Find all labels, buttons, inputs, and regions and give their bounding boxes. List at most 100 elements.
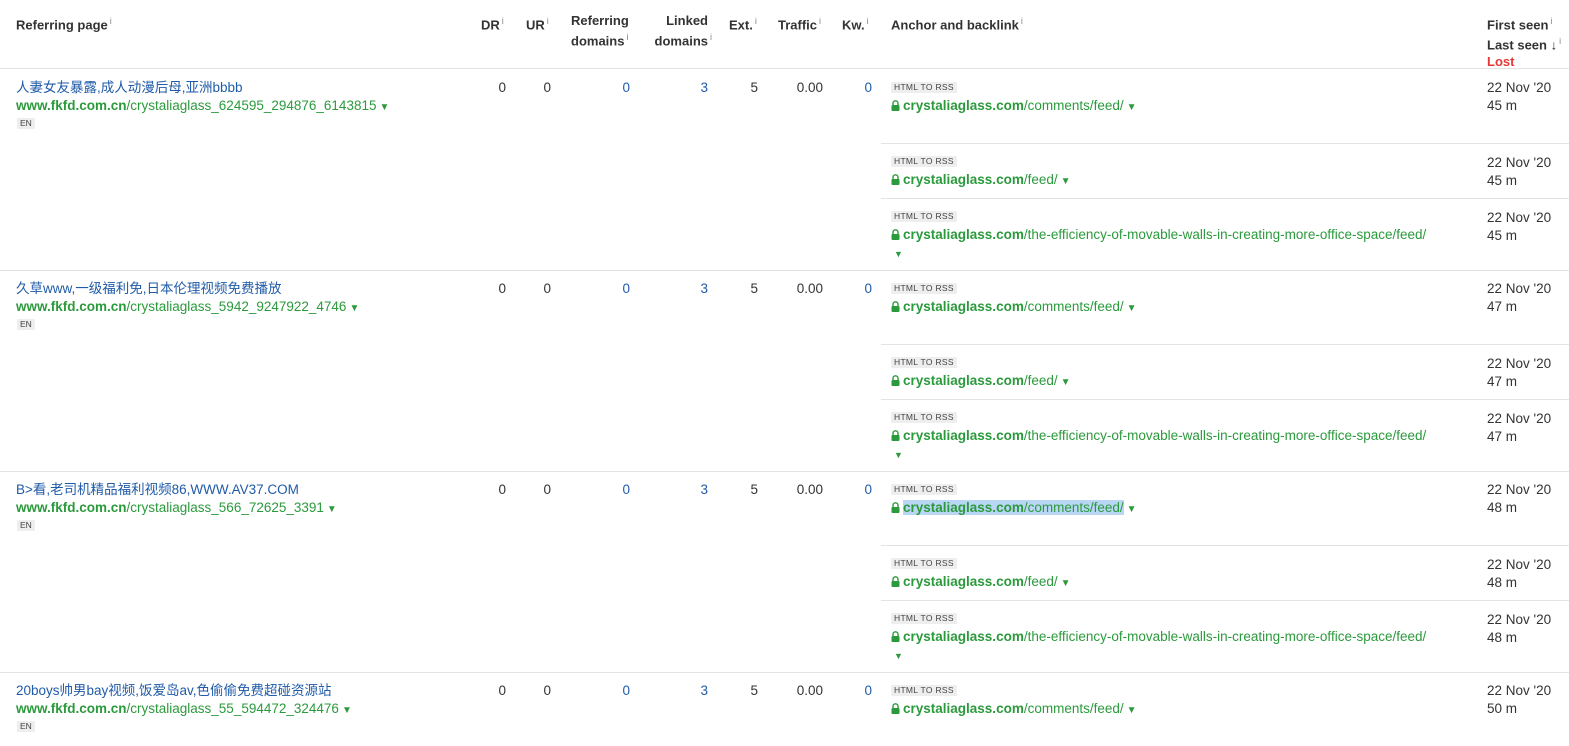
- caret-down-icon[interactable]: ▼: [1127, 504, 1137, 515]
- traffic-value: 0.00: [796, 80, 823, 95]
- last-seen-date: 47 m: [1487, 429, 1518, 444]
- info-icon[interactable]: i: [710, 32, 712, 42]
- referring-page-title[interactable]: B>看,老司机精品福利视频86,WWW.AV37.COM: [16, 481, 299, 499]
- first-seen-date: 22 Nov '20: [1487, 683, 1552, 698]
- sort-desc-icon[interactable]: ↓: [1551, 38, 1558, 53]
- info-icon[interactable]: i: [1021, 16, 1023, 26]
- header-referring-page[interactable]: Referring page i: [16, 13, 112, 33]
- caret-down-icon[interactable]: ▼: [894, 450, 903, 460]
- header-kw[interactable]: Kw. i: [842, 13, 869, 33]
- language-badge: EN: [17, 721, 35, 732]
- last-seen-date: 50 m: [1487, 701, 1518, 716]
- info-icon[interactable]: i: [110, 16, 112, 26]
- backlink-entry: HTML TO RSS crystaliaglass.com/the-effici…: [881, 198, 1569, 271]
- backlink-url[interactable]: crystaliaglass.com/feed/▼: [891, 372, 1071, 392]
- linked-domains-value[interactable]: 3: [668, 79, 708, 97]
- last-seen-date: 48 m: [1487, 500, 1518, 515]
- link-type-badge: HTML TO RSS: [891, 685, 957, 696]
- referring-page-title[interactable]: 久草www,一级福利免,日本伦理视频免费播放: [16, 280, 282, 298]
- header-ur[interactable]: UR i: [526, 13, 549, 33]
- linked-domains-value[interactable]: 3: [668, 280, 708, 298]
- caret-down-icon[interactable]: ▼: [1061, 377, 1071, 388]
- backlink-entry: HTML TO RSS crystaliaglass.com/comments/f…: [881, 673, 1569, 746]
- backlink-entry: HTML TO RSS crystaliaglass.com/feed/▼ 22 N…: [881, 545, 1569, 600]
- header-anchor-backlink[interactable]: Anchor and backlink i: [891, 13, 1023, 33]
- backlink-url[interactable]: crystaliaglass.com/comments/feed/▼: [891, 97, 1137, 117]
- traffic-value: 0.00: [796, 482, 823, 497]
- referring-domains-value[interactable]: 0: [590, 79, 630, 97]
- header-ext[interactable]: Ext. i: [729, 13, 757, 33]
- backlink-url[interactable]: crystaliaglass.com/feed/▼: [891, 171, 1071, 191]
- referring-page-url[interactable]: www.fkfd.com.cn/crystaliaglass_55_594472…: [16, 700, 352, 720]
- info-icon[interactable]: i: [502, 16, 504, 26]
- lock-icon: [891, 375, 900, 386]
- ext-value: 5: [750, 281, 758, 296]
- backlink-entry: HTML TO RSS crystaliaglass.com/comments/f…: [881, 472, 1569, 545]
- info-icon[interactable]: i: [547, 16, 549, 26]
- referring-page-url[interactable]: www.fkfd.com.cn/crystaliaglass_624595_29…: [16, 97, 389, 117]
- lock-icon: [891, 174, 900, 185]
- backlink-url[interactable]: crystaliaglass.com/comments/feed/▼: [891, 499, 1137, 519]
- first-seen-date: 22 Nov '20: [1487, 612, 1552, 627]
- header-traffic[interactable]: Traffic i: [778, 13, 821, 33]
- referring-domains-value[interactable]: 0: [590, 481, 630, 499]
- caret-down-icon[interactable]: ▼: [1127, 303, 1137, 314]
- backlink-entry: HTML TO RSS crystaliaglass.com/feed/▼ 22 N…: [881, 344, 1569, 399]
- caret-down-icon[interactable]: ▼: [349, 303, 359, 314]
- language-badge: EN: [17, 118, 35, 129]
- last-seen-date: 47 m: [1487, 299, 1518, 314]
- header-referring-domains[interactable]: Referring domains i: [571, 13, 629, 49]
- referring-page-title[interactable]: 人妻女友暴露,成人动漫后母,亚洲bbbb: [16, 79, 243, 97]
- caret-down-icon[interactable]: ▼: [379, 102, 389, 113]
- ur-value: 0: [543, 683, 551, 698]
- backlink-url[interactable]: crystaliaglass.com/comments/feed/▼: [891, 298, 1137, 318]
- backlink-url[interactable]: crystaliaglass.com/the-efficiency-of-mov…: [891, 628, 1426, 646]
- referring-page-title[interactable]: 20boys帅男bay视频,饭爱岛av,色偷偷免费超碰资源站: [16, 682, 332, 700]
- referring-domains-value[interactable]: 0: [590, 682, 630, 700]
- keywords-value[interactable]: 0: [832, 682, 872, 700]
- info-icon[interactable]: i: [755, 16, 757, 26]
- caret-down-icon[interactable]: ▼: [1061, 578, 1071, 589]
- info-icon[interactable]: i: [819, 16, 821, 26]
- linked-domains-value[interactable]: 3: [668, 481, 708, 499]
- info-icon[interactable]: i: [1550, 16, 1552, 26]
- lost-label[interactable]: Lost: [1487, 54, 1569, 70]
- keywords-value[interactable]: 0: [832, 280, 872, 298]
- referring-page-url[interactable]: www.fkfd.com.cn/crystaliaglass_5942_9247…: [16, 298, 359, 318]
- first-seen-date: 22 Nov '20: [1487, 210, 1552, 225]
- dr-value: 0: [498, 683, 506, 698]
- backlink-url[interactable]: crystaliaglass.com/comments/feed/▼: [891, 700, 1137, 720]
- first-seen-date: 22 Nov '20: [1487, 356, 1552, 371]
- caret-down-icon[interactable]: ▼: [342, 705, 352, 716]
- last-seen-date: 48 m: [1487, 630, 1518, 645]
- lock-icon: [891, 631, 900, 642]
- backlink-url[interactable]: crystaliaglass.com/feed/▼: [891, 573, 1071, 593]
- linked-domains-value[interactable]: 3: [668, 682, 708, 700]
- info-icon[interactable]: i: [867, 16, 869, 26]
- header-dates[interactable]: First seen i Last seen ↓ i Lost: [1487, 13, 1569, 70]
- backlink-entry: HTML TO RSS crystaliaglass.com/comments/f…: [881, 271, 1569, 344]
- keywords-value[interactable]: 0: [832, 481, 872, 499]
- ur-value: 0: [543, 281, 551, 296]
- backlink-entry: HTML TO RSS crystaliaglass.com/the-effici…: [881, 600, 1569, 673]
- caret-down-icon[interactable]: ▼: [327, 504, 337, 515]
- header-dr[interactable]: DR i: [481, 13, 504, 33]
- backlink-url[interactable]: crystaliaglass.com/the-efficiency-of-mov…: [891, 226, 1426, 244]
- last-seen-date: 48 m: [1487, 575, 1518, 590]
- first-seen-date: 22 Nov '20: [1487, 155, 1552, 170]
- caret-down-icon[interactable]: ▼: [1061, 176, 1071, 187]
- info-icon[interactable]: i: [626, 32, 628, 42]
- referring-page-url[interactable]: www.fkfd.com.cn/crystaliaglass_566_72625…: [16, 499, 337, 519]
- caret-down-icon[interactable]: ▼: [894, 651, 903, 661]
- info-icon[interactable]: i: [1559, 36, 1561, 46]
- caret-down-icon[interactable]: ▼: [1127, 102, 1137, 113]
- header-linked-domains[interactable]: Linked domains i: [640, 13, 712, 49]
- last-seen-date: 45 m: [1487, 173, 1518, 188]
- language-badge: EN: [17, 520, 35, 531]
- keywords-value[interactable]: 0: [832, 79, 872, 97]
- backlink-url[interactable]: crystaliaglass.com/the-efficiency-of-mov…: [891, 427, 1426, 445]
- caret-down-icon[interactable]: ▼: [894, 249, 903, 259]
- referring-domains-value[interactable]: 0: [590, 280, 630, 298]
- table-row: 人妻女友暴露,成人动漫后母,亚洲bbbb www.fkfd.com.cn/crys…: [0, 70, 1569, 271]
- caret-down-icon[interactable]: ▼: [1127, 705, 1137, 716]
